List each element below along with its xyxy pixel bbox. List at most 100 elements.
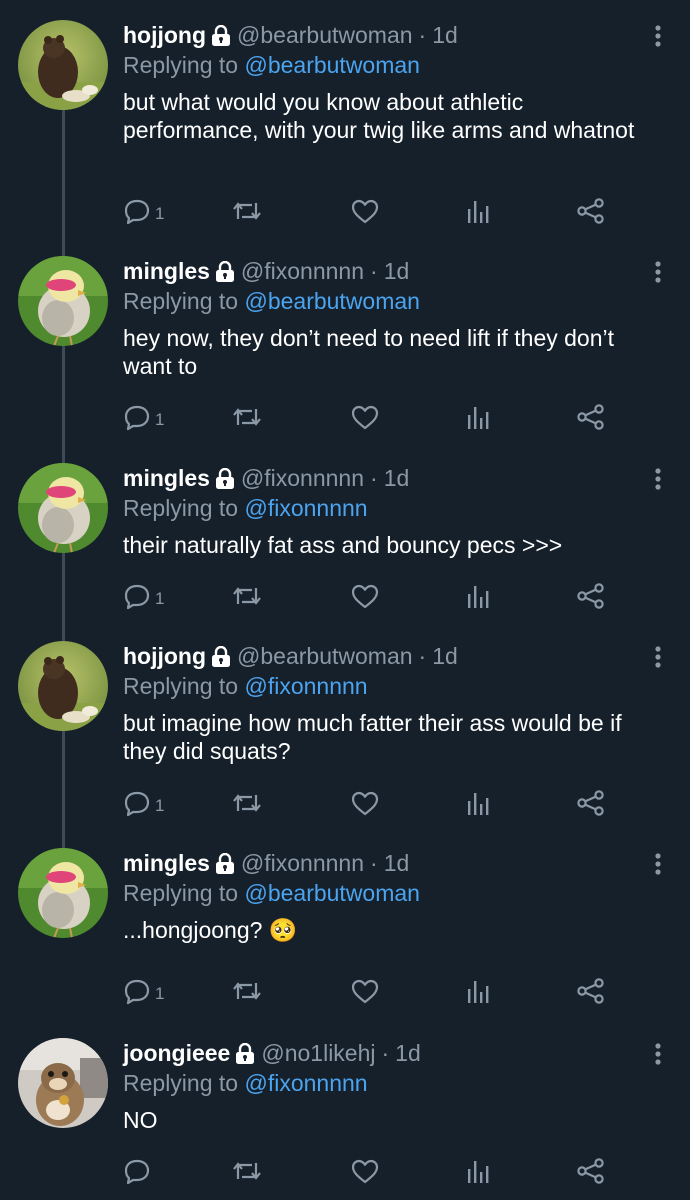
tweet-text: but imagine how much fatter their ass wo… [123,710,622,764]
avatar[interactable] [18,463,108,553]
like-button[interactable] [350,581,380,611]
retweet-button[interactable] [231,581,263,611]
share-button[interactable] [576,788,606,818]
views-button[interactable] [466,976,492,1006]
tweet-header: hojjong @bearbutwoman · 1d [123,641,660,671]
like-button[interactable] [350,1156,380,1186]
replying-to-label: Replying to [123,495,239,521]
retweet-button[interactable] [231,976,263,1006]
reply-button[interactable]: 1 [123,196,164,226]
replying-to-label: Replying to [123,288,239,314]
share-button[interactable] [576,976,606,1006]
replying-to-mention[interactable]: @bearbutwoman [244,288,420,314]
lock-icon [235,1042,255,1064]
like-button[interactable] [350,196,380,226]
replying-to-mention[interactable]: @bearbutwoman [244,880,420,906]
timestamp[interactable]: 1d [395,1038,421,1068]
more-options-icon[interactable] [654,260,662,284]
lock-icon [215,852,235,874]
reply-button[interactable]: 1 [123,976,164,1006]
user-handle[interactable]: @fixonnnnn [241,463,364,493]
avatar[interactable] [18,256,108,346]
analytics-icon [466,789,492,817]
user-handle[interactable]: @fixonnnnn [241,848,364,878]
more-options-icon[interactable] [654,645,662,669]
replying-to-label: Replying to [123,880,239,906]
lock-icon [215,467,235,489]
user-handle[interactable]: @bearbutwoman [237,20,413,50]
retweet-button[interactable] [231,1156,263,1186]
timestamp[interactable]: 1d [384,848,410,878]
more-options-icon[interactable] [654,24,662,48]
reply-button[interactable]: 1 [123,581,164,611]
separator-dot: · [381,1040,390,1066]
replying-to-mention[interactable]: @bearbutwoman [244,52,420,78]
avatar[interactable] [18,20,108,110]
reply-icon [123,1157,151,1185]
retweet-icon [231,1157,263,1185]
retweet-button[interactable] [231,402,263,432]
replying-to-mention[interactable]: @fixonnnnn [244,1070,367,1096]
share-button[interactable] [576,196,606,226]
reply-icon [123,977,151,1005]
share-icon [576,1157,606,1185]
more-options-icon[interactable] [654,1042,662,1066]
tweet-actions: 1 [123,402,613,436]
user-handle[interactable]: @no1likehj [261,1038,375,1068]
analytics-icon [466,977,492,1005]
share-button[interactable] [576,581,606,611]
views-button[interactable] [466,196,492,226]
tweet-actions: 1 [123,788,613,822]
display-name[interactable]: mingles [123,463,210,493]
share-icon [576,977,606,1005]
retweet-button[interactable] [231,196,263,226]
avatar[interactable] [18,1038,108,1128]
reply-icon [123,197,151,225]
display-name[interactable]: joongieee [123,1038,230,1068]
retweet-button[interactable] [231,788,263,818]
more-options-icon[interactable] [654,852,662,876]
like-button[interactable] [350,788,380,818]
tweet-text: but what would you know about athletic p… [123,89,635,143]
like-button[interactable] [350,976,380,1006]
replying-to: Replying to @bearbutwoman [123,50,660,80]
replying-to-mention[interactable]: @fixonnnnn [244,673,367,699]
share-icon [576,582,606,610]
like-button[interactable] [350,402,380,432]
display-name[interactable]: mingles [123,848,210,878]
heart-icon [350,197,380,225]
timestamp[interactable]: 1d [384,256,410,286]
display-name[interactable]: hojjong [123,20,206,50]
views-button[interactable] [466,1156,492,1186]
tweet-header: mingles @fixonnnnn · 1d [123,256,660,286]
display-name[interactable]: mingles [123,256,210,286]
reply-count: 1 [155,796,165,815]
tweet-actions: 1 [123,196,613,230]
avatar[interactable] [18,641,108,731]
user-handle[interactable]: @fixonnnnn [241,256,364,286]
reply-icon [123,789,151,817]
replying-to-label: Replying to [123,52,239,78]
separator-dot: · [418,643,427,669]
display-name[interactable]: hojjong [123,641,206,671]
views-button[interactable] [466,402,492,432]
reply-button[interactable]: 1 [123,402,164,432]
analytics-icon [466,582,492,610]
views-button[interactable] [466,581,492,611]
separator-dot: · [370,465,378,491]
more-options-icon[interactable] [654,467,662,491]
user-handle[interactable]: @bearbutwoman [237,641,413,671]
reply-button[interactable] [123,1156,155,1186]
share-button[interactable] [576,1156,606,1186]
timestamp[interactable]: 1d [384,463,410,493]
timestamp[interactable]: 1d [432,641,458,671]
tweet-text: their naturally fat ass and bouncy pecs … [123,532,563,558]
share-button[interactable] [576,402,606,432]
views-button[interactable] [466,788,492,818]
replying-to: Replying to @fixonnnnn [123,493,660,523]
timestamp[interactable]: 1d [432,20,458,50]
heart-icon [350,977,380,1005]
replying-to-mention[interactable]: @fixonnnnn [244,495,367,521]
reply-button[interactable]: 1 [123,788,164,818]
avatar[interactable] [18,848,108,938]
